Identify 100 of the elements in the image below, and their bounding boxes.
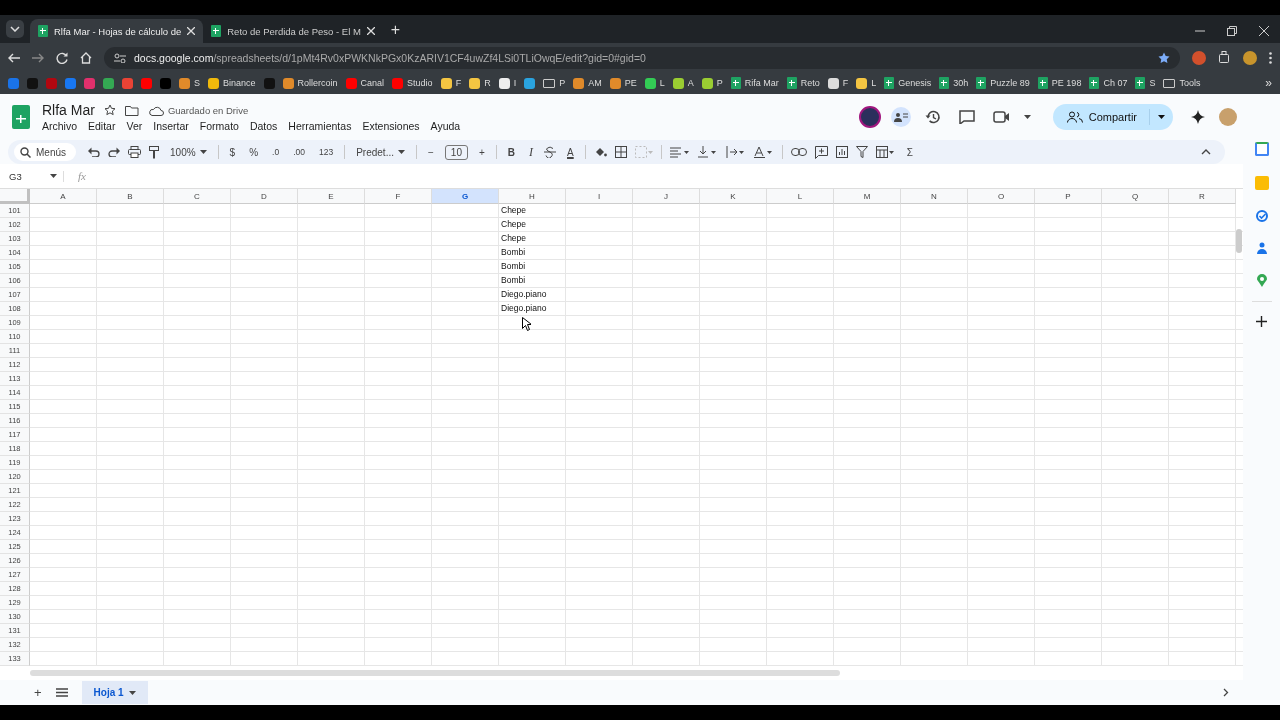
caret-icon[interactable]	[1158, 115, 1165, 119]
bookmark[interactable]: P	[701, 77, 723, 89]
menu-item[interactable]: Archivo	[42, 120, 77, 132]
fox-extension-icon[interactable]	[1192, 50, 1206, 65]
menu-item[interactable]: Editar	[88, 120, 116, 132]
history-icon[interactable]	[924, 109, 941, 125]
menu-item[interactable]: Datos	[249, 120, 278, 132]
column-header[interactable]: L	[767, 189, 834, 204]
browser-tab[interactable]: Reto de Perdida de Peso - El M	[203, 19, 383, 43]
bookmark[interactable]: P	[543, 78, 566, 88]
extensions-icon[interactable]	[1218, 51, 1231, 64]
close-icon[interactable]	[187, 27, 196, 35]
caret-icon[interactable]	[398, 150, 405, 154]
site-settings-icon[interactable]	[114, 52, 126, 63]
redo-icon[interactable]	[108, 147, 120, 157]
sheets-logo-icon[interactable]	[12, 105, 30, 129]
bookmark[interactable]: F	[827, 77, 849, 89]
bookmark-icon[interactable]	[141, 77, 152, 89]
merge-cells-icon[interactable]	[634, 146, 653, 158]
forward-icon[interactable]	[32, 52, 44, 63]
text-wrap-icon[interactable]	[725, 146, 746, 158]
increase-decimals-button[interactable]: .00	[290, 147, 308, 157]
bookmark[interactable]: AM	[573, 77, 602, 89]
menu-item[interactable]: Ayuda	[430, 120, 461, 132]
column-header[interactable]: G	[432, 189, 499, 204]
bookmark[interactable]: L	[644, 77, 665, 89]
bookmark[interactable]: S	[1135, 77, 1156, 89]
home-icon[interactable]	[80, 51, 92, 64]
strikethrough-icon[interactable]	[544, 146, 557, 158]
bookmark[interactable]: Tools	[1163, 78, 1201, 88]
undo-icon[interactable]	[88, 147, 100, 157]
caret-icon[interactable]	[50, 174, 57, 178]
bookmark[interactable]: I	[498, 77, 517, 89]
bookmark[interactable]: S	[179, 77, 200, 89]
bookmark-icon[interactable]	[65, 77, 76, 89]
increase-font-size-button[interactable]: +	[475, 146, 488, 158]
link-icon[interactable]	[790, 148, 807, 156]
bookmark[interactable]: Canal	[345, 77, 385, 89]
column-header[interactable]: N	[901, 189, 968, 204]
bookmark-icon[interactable]	[122, 77, 133, 89]
caret-icon[interactable]	[128, 690, 136, 695]
column-header[interactable]: P	[1035, 189, 1102, 204]
add-icon[interactable]	[1256, 316, 1267, 327]
percent-format-button[interactable]: %	[246, 146, 262, 158]
comment-icon[interactable]	[958, 110, 975, 124]
menu-item[interactable]: Ver	[126, 120, 143, 132]
bookmark[interactable]: Puzzle 89	[976, 77, 1030, 89]
tab-search-button[interactable]	[6, 20, 24, 38]
sparkle-icon[interactable]	[1191, 110, 1205, 124]
bookmark-icon[interactable]	[84, 77, 95, 89]
align-icon[interactable]	[669, 146, 690, 158]
add-sheet-button[interactable]: +	[34, 685, 42, 700]
currency-format-button[interactable]: $	[226, 146, 239, 158]
caret-icon[interactable]	[199, 150, 207, 154]
presence-icon[interactable]	[890, 107, 911, 127]
new-tab-button[interactable]: +	[390, 21, 401, 39]
paint-format-icon[interactable]	[149, 145, 159, 159]
all-sheets-icon[interactable]	[55, 688, 68, 697]
calendar-icon[interactable]	[1254, 142, 1269, 156]
bookmark[interactable]: Binance	[208, 77, 256, 89]
back-icon[interactable]	[8, 52, 20, 63]
font-dropdown[interactable]: Predet...	[353, 146, 408, 158]
bookmark[interactable]: A	[672, 77, 694, 89]
bookmark[interactable]: F	[440, 77, 462, 89]
column-header[interactable]: Q	[1102, 189, 1169, 204]
bookmark[interactable]: Rollercoin	[282, 77, 338, 89]
tasks-icon[interactable]	[1255, 210, 1268, 222]
italic-button[interactable]: I	[526, 144, 537, 160]
collapse-icon[interactable]	[1201, 149, 1211, 155]
maps-pin-icon[interactable]	[1256, 274, 1267, 287]
bookmark[interactable]: Genesis	[884, 77, 932, 89]
contacts-icon[interactable]	[1256, 242, 1267, 254]
document-title[interactable]: Rlfa Mar	[42, 102, 95, 118]
more-bookmarks-button[interactable]: »	[1265, 76, 1272, 90]
column-header[interactable]: C	[164, 189, 231, 204]
column-header[interactable]: E	[298, 189, 365, 204]
column-header[interactable]: M	[834, 189, 901, 204]
vertical-align-icon[interactable]	[697, 146, 718, 158]
text-rotation-icon[interactable]	[753, 146, 774, 158]
bookmark-icon[interactable]	[103, 77, 114, 89]
column-header[interactable]: J	[633, 189, 700, 204]
column-header[interactable]: B	[97, 189, 164, 204]
column-header[interactable]: F	[365, 189, 432, 204]
browser-tab[interactable]: Rlfa Mar - Hojas de cálculo de	[30, 19, 204, 43]
bookmark[interactable]: Reto	[786, 77, 820, 89]
bold-button[interactable]: B	[504, 146, 519, 158]
insert-comment-icon[interactable]	[814, 145, 828, 159]
functions-button[interactable]: Σ	[903, 146, 916, 158]
column-header[interactable]: D	[231, 189, 298, 204]
cell-reference-field[interactable]: G3	[9, 170, 64, 182]
user-avatar[interactable]	[858, 106, 881, 128]
text-color-button[interactable]: A	[564, 146, 577, 158]
column-header[interactable]: H	[499, 189, 566, 204]
menu-search-field[interactable]: Menús	[14, 143, 76, 161]
caret-icon[interactable]	[1023, 115, 1031, 119]
bookmark[interactable]: Ch 07	[1089, 77, 1128, 89]
bookmark[interactable]: PE	[609, 77, 637, 89]
restore-icon[interactable]	[1227, 26, 1237, 36]
menu-item[interactable]: Formato	[199, 120, 239, 132]
chart-icon[interactable]	[835, 146, 848, 158]
